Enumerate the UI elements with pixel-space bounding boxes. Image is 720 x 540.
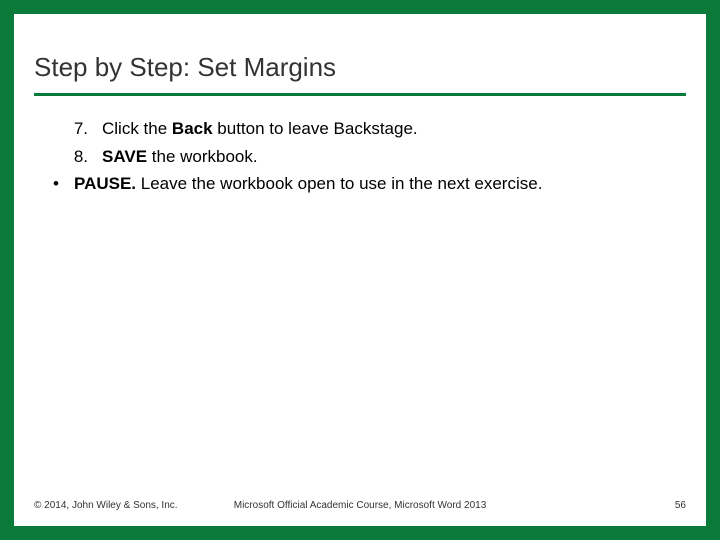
content-area: 7. Click the Back button to leave Backst… bbox=[14, 96, 706, 500]
slide: Step by Step: Set Margins 7. Click the B… bbox=[14, 14, 706, 526]
text-segment: Click the bbox=[102, 119, 172, 138]
bold-segment: SAVE bbox=[102, 147, 147, 166]
bold-segment: PAUSE. bbox=[74, 174, 136, 193]
pause-item: • PAUSE. Leave the workbook open to use … bbox=[38, 171, 682, 197]
title-area: Step by Step: Set Margins bbox=[14, 14, 706, 89]
slide-title: Step by Step: Set Margins bbox=[34, 52, 686, 83]
bullet-marker: • bbox=[38, 171, 74, 197]
text-segment: button to leave Backstage. bbox=[213, 119, 418, 138]
step-number: 7. bbox=[38, 116, 102, 142]
step-7: 7. Click the Back button to leave Backst… bbox=[38, 116, 682, 142]
text-segment: Leave the workbook open to use in the ne… bbox=[136, 174, 542, 193]
step-number: 8. bbox=[38, 144, 102, 170]
step-8: 8. SAVE the workbook. bbox=[38, 144, 682, 170]
footer-copyright: © 2014, John Wiley & Sons, Inc. bbox=[34, 500, 178, 511]
step-text: SAVE the workbook. bbox=[102, 144, 682, 170]
bold-segment: Back bbox=[172, 119, 213, 138]
step-text: PAUSE. Leave the workbook open to use in… bbox=[74, 171, 682, 197]
footer-page-number: 56 bbox=[675, 500, 686, 511]
text-segment: the workbook. bbox=[147, 147, 258, 166]
step-text: Click the Back button to leave Backstage… bbox=[102, 116, 682, 142]
footer: © 2014, John Wiley & Sons, Inc. Microsof… bbox=[14, 500, 706, 526]
footer-wrap: © 2014, John Wiley & Sons, Inc. Microsof… bbox=[34, 500, 686, 514]
